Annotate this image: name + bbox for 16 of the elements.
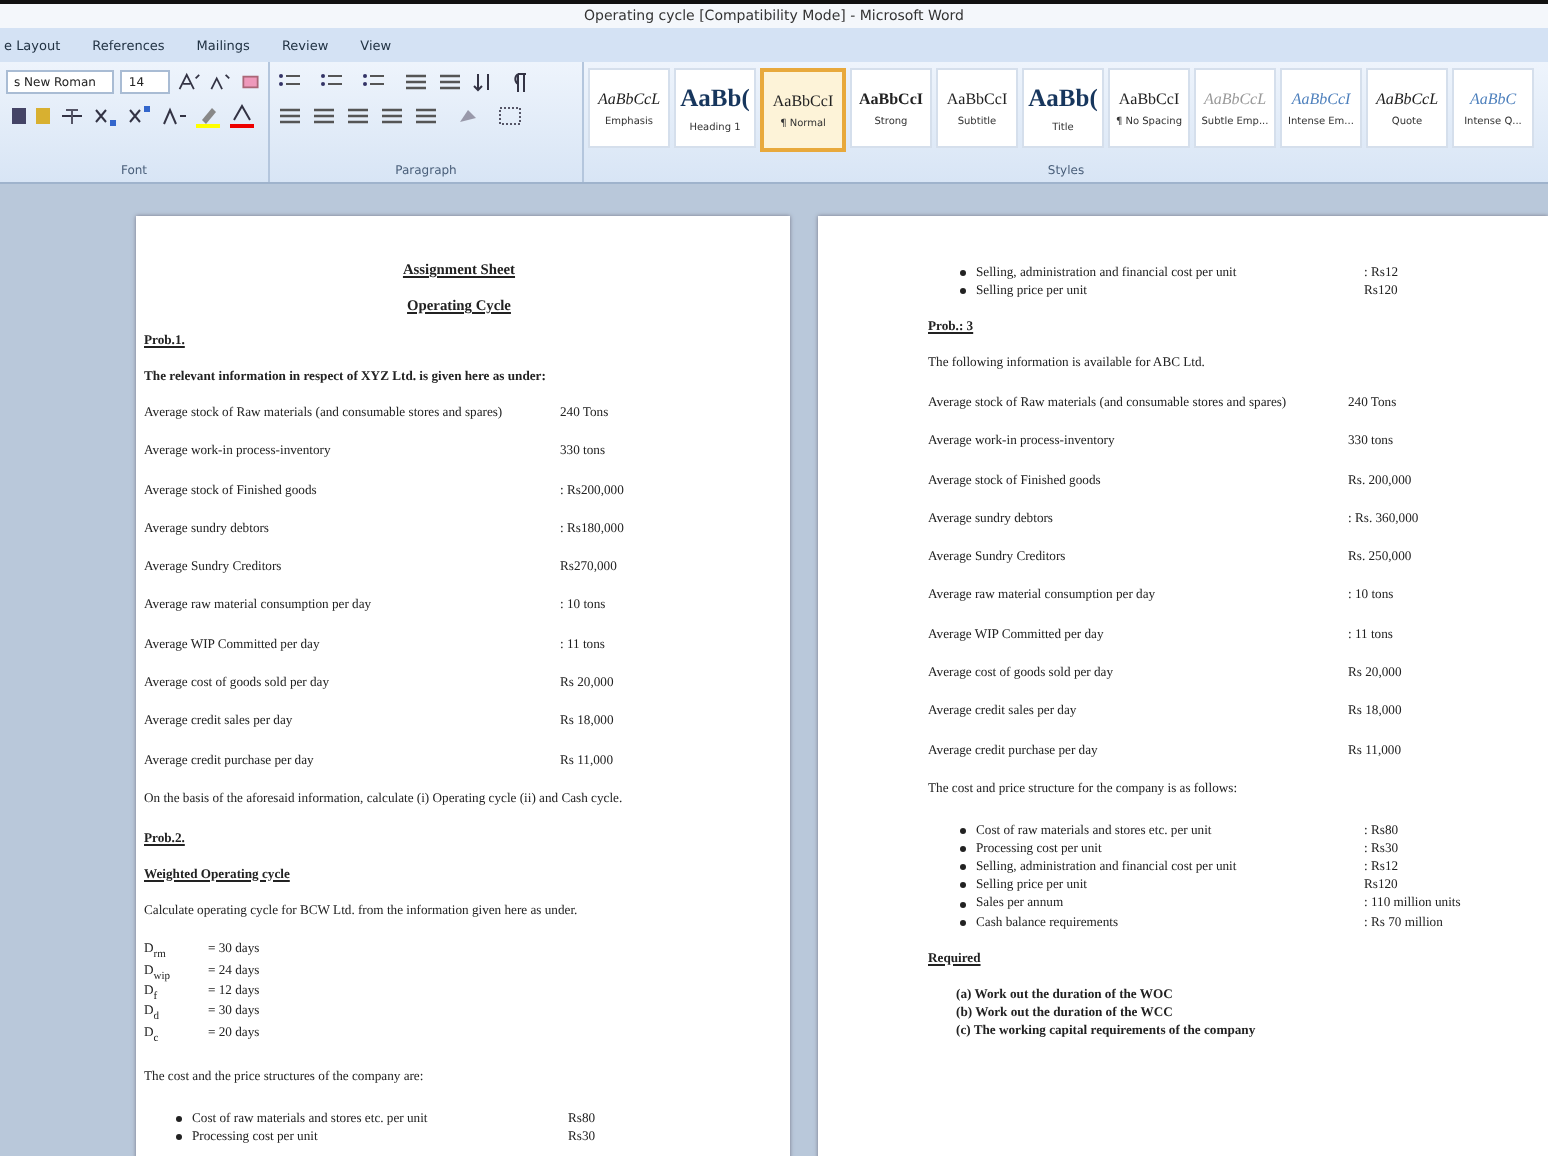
bullet-icon — [960, 845, 966, 852]
bullet-icon — [960, 827, 966, 834]
font-color-icon[interactable] — [228, 104, 256, 128]
superscript-icon[interactable] — [126, 104, 154, 128]
grow-font-icon[interactable] — [175, 70, 200, 94]
shrink-font-icon[interactable] — [206, 70, 231, 94]
bullet-icon — [960, 288, 966, 295]
bullet-icon — [176, 1134, 182, 1141]
bullet-icon — [960, 864, 966, 871]
bullet-icon — [960, 919, 966, 926]
bullet-icon — [960, 270, 966, 277]
bullet-icon — [960, 882, 966, 889]
bullet-icon — [960, 901, 966, 908]
strikethrough-icon[interactable] — [58, 104, 86, 128]
bullet-icon — [176, 1116, 182, 1123]
subscript-icon[interactable] — [92, 104, 120, 128]
